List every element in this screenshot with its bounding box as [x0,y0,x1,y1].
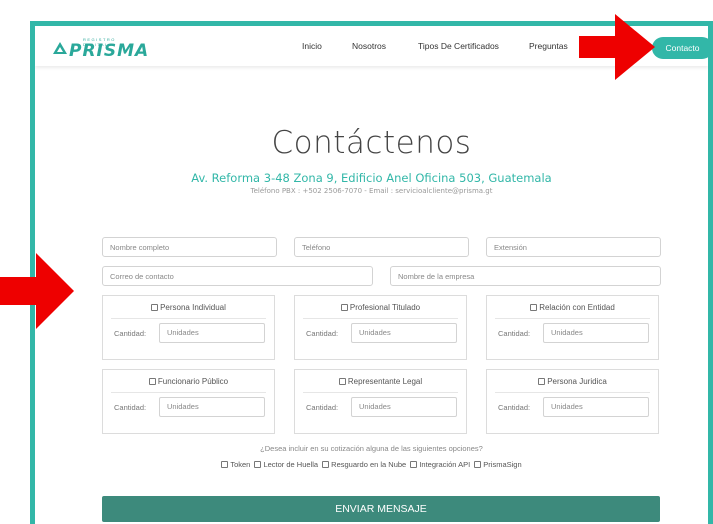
annotation-arrow-right-icon [579,14,655,80]
extension-input[interactable] [486,237,661,257]
relacion-con-entidad-checkbox[interactable] [530,304,538,311]
option-resguardo-en-la-nube[interactable]: Resguardo en la Nube [322,460,406,469]
annotation-arrow-right-icon [0,253,74,329]
card-profesional-titulado: Profesional Titulado Cantidad: Unidades [294,295,467,360]
option-label: Resguardo en la Nube [331,460,407,469]
quantity-label: Cantidad: [306,329,339,338]
prisma-logo[interactable]: REGISTRO DIGITAL PRISMA [53,36,148,61]
option-integracion-api[interactable]: Integración API [410,460,470,469]
options-row: Token Lector de Huella Resguardo en la N… [35,460,708,469]
card-funcionario-publico: Funcionario Público Cantidad: Unidades [102,369,275,434]
company-name-input[interactable] [390,266,661,286]
resguardo-checkbox[interactable] [322,461,330,468]
persona-individual-checkbox[interactable] [151,304,159,311]
option-token[interactable]: Token [221,460,250,469]
card-label: Relación con Entidad [539,303,615,312]
contacto-button[interactable]: Contacto [652,37,708,59]
page-viewport: REGISTRO DIGITAL PRISMA Inicio Nosotros … [35,26,708,524]
send-message-button[interactable]: ENVIAR MENSAJE [102,496,660,522]
quantity-label: Cantidad: [498,329,531,338]
funcionario-publico-checkbox[interactable] [148,378,156,385]
logo-triangle-icon [53,42,67,54]
card-persona-individual: Persona Individual Cantidad: Unidades [102,295,275,360]
card-label: Funcionario Público [157,377,229,386]
quantity-label: Cantidad: [306,403,339,412]
integracion-api-checkbox[interactable] [410,461,418,468]
page-title: Contáctenos [271,125,472,161]
card-representante-legal: Representante Legal Cantidad: Unidades [294,369,467,434]
quantity-input[interactable]: Unidades [159,323,265,343]
card-label: Persona Individual [160,303,226,312]
persona-juridica-checkbox[interactable] [538,378,546,385]
representante-legal-checkbox[interactable] [338,378,346,385]
email-input[interactable] [102,266,373,286]
quantity-input[interactable]: Unidades [543,397,649,417]
prismasign-checkbox[interactable] [474,461,482,468]
quantity-input[interactable]: Unidades [543,323,649,343]
option-label: PrismaSign [483,460,522,469]
card-label: Persona Juridica [547,377,607,386]
profesional-titulado-checkbox[interactable] [340,304,348,311]
card-relacion-con-entidad: Relación con Entidad Cantidad: Unidades [486,295,659,360]
quantity-label: Cantidad: [114,329,147,338]
card-label: Profesional Titulado [349,303,421,312]
quantity-label: Cantidad: [498,403,531,412]
phone-input[interactable] [294,237,469,257]
contact-info-line: Teléfono PBX : +502 2506-7070 - Email : … [250,187,493,195]
options-question: ¿Desea incluir en su cotización alguna d… [260,444,483,453]
card-persona-juridica: Persona Juridica Cantidad: Unidades [486,369,659,434]
quantity-input[interactable]: Unidades [159,397,265,417]
nav-link-nosotros[interactable]: Nosotros [352,41,386,51]
option-label: Lector de Huella [263,460,319,469]
logo-wordmark: PRISMA [69,41,150,61]
address-line: Av. Reforma 3-48 Zona 9, Edificio Anel O… [191,171,552,185]
quantity-input[interactable]: Unidades [351,397,457,417]
teal-frame: REGISTRO DIGITAL PRISMA Inicio Nosotros … [30,21,713,524]
quantity-input[interactable]: Unidades [351,323,457,343]
option-label: Token [230,460,251,469]
full-name-input[interactable] [102,237,277,257]
option-label: Integración API [419,460,471,469]
lector-de-huella-checkbox[interactable] [254,461,262,468]
nav-link-preguntas[interactable]: Preguntas [529,41,568,51]
token-checkbox[interactable] [221,461,229,468]
nav-link-tipos-de-certificados[interactable]: Tipos De Certificados [418,41,499,51]
option-prismasign[interactable]: PrismaSign [474,460,522,469]
quantity-label: Cantidad: [114,403,147,412]
nav-link-inicio[interactable]: Inicio [302,41,322,51]
option-lector-de-huella[interactable]: Lector de Huella [254,460,318,469]
card-label: Representante Legal [347,377,423,386]
